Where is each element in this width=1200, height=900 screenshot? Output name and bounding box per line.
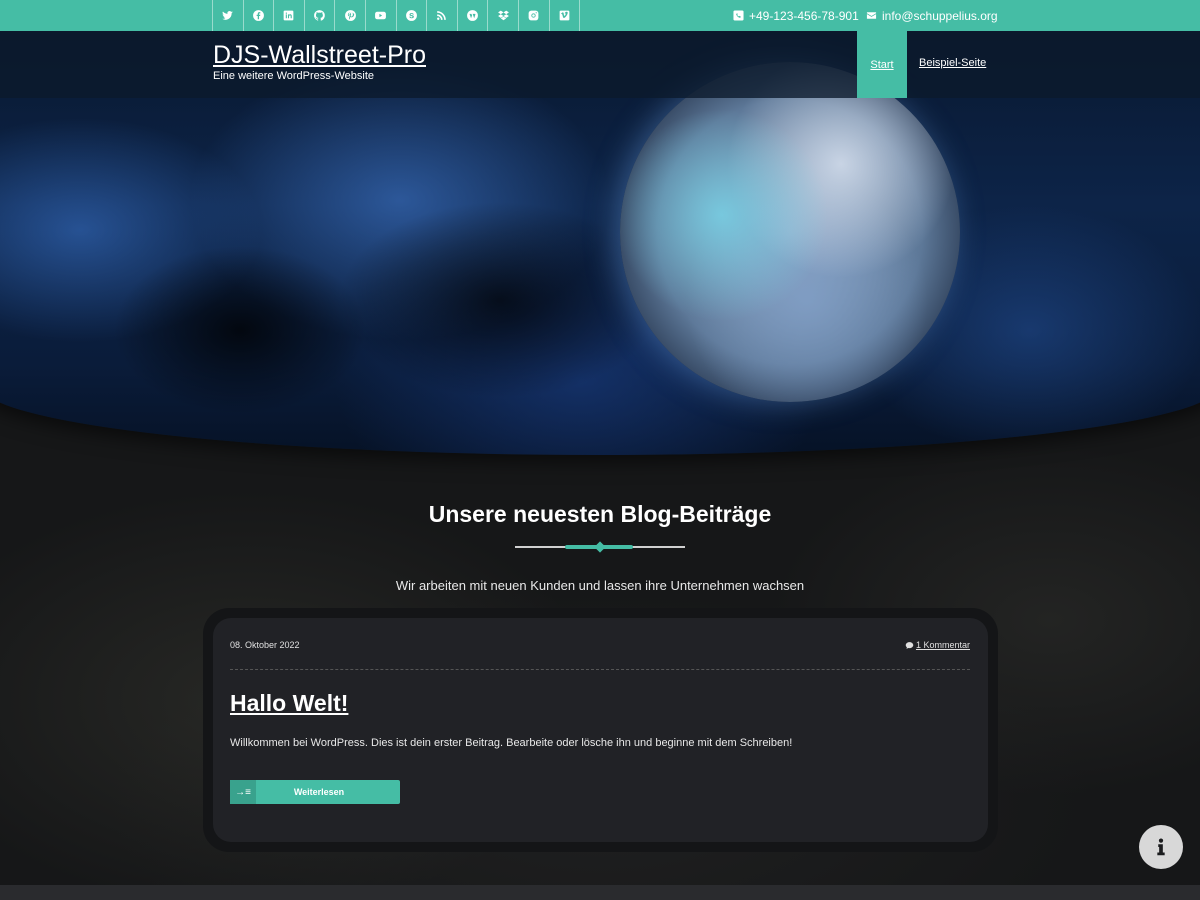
- vimeo-icon[interactable]: [550, 0, 581, 31]
- post-comments-label: 1 Kommentar: [915, 640, 970, 650]
- instagram-icon[interactable]: [519, 0, 550, 31]
- comment-icon: [905, 641, 914, 649]
- phone-contact[interactable]: +49-123-456-78-901: [733, 0, 859, 31]
- post-excerpt: Willkommen bei WordPress. Dies ist dein …: [230, 737, 793, 749]
- post-title[interactable]: Hallo Welt!: [230, 690, 348, 717]
- email-address: info@schuppelius.org: [882, 8, 998, 23]
- footer-bar: [0, 885, 1200, 900]
- dropbox-icon[interactable]: [488, 0, 519, 31]
- wordpress-icon[interactable]: [458, 0, 489, 31]
- social-links: [212, 0, 581, 31]
- pinterest-icon[interactable]: [335, 0, 366, 31]
- planet-image: [620, 62, 960, 402]
- info-icon: [1157, 838, 1165, 856]
- skype-icon[interactable]: [397, 0, 428, 31]
- post-separator: [230, 669, 970, 670]
- read-more-icon: →≡: [230, 780, 256, 804]
- rss-icon[interactable]: [427, 0, 458, 31]
- site-header: DJS-Wallstreet-Pro Eine weitere WordPres…: [0, 31, 1200, 98]
- site-tagline: Eine weitere WordPress-Website: [213, 70, 374, 82]
- section-title: Unsere neuesten Blog-Beiträge: [428, 501, 772, 527]
- nav-item-start[interactable]: Start: [857, 31, 907, 98]
- envelope-icon: [866, 12, 877, 19]
- twitter-icon[interactable]: [213, 0, 244, 31]
- read-more-label: Weiterlesen: [293, 787, 345, 797]
- info-button[interactable]: [1139, 825, 1183, 869]
- post-comments-link[interactable]: 1 Kommentar: [905, 640, 970, 650]
- email-contact[interactable]: info@schuppelius.org: [866, 0, 998, 31]
- phone-icon: [733, 10, 744, 21]
- top-bar: +49-123-456-78-901 info@schuppelius.org: [0, 0, 1200, 31]
- linkedin-icon[interactable]: [274, 0, 305, 31]
- github-icon[interactable]: [305, 0, 336, 31]
- phone-number: +49-123-456-78-901: [749, 8, 859, 23]
- youtube-icon[interactable]: [366, 0, 397, 31]
- nav-item-beispiel-seite[interactable]: Beispiel-Seite: [919, 57, 986, 69]
- facebook-icon[interactable]: [244, 0, 275, 31]
- post-date: 08. Oktober 2022: [230, 640, 300, 650]
- section-subtitle: Wir arbeiten mit neuen Kunden und lassen…: [395, 578, 805, 593]
- blog-post-card-inner: [213, 618, 988, 842]
- site-title[interactable]: DJS-Wallstreet-Pro: [213, 41, 426, 70]
- read-more-button[interactable]: →≡ Weiterlesen: [230, 780, 400, 804]
